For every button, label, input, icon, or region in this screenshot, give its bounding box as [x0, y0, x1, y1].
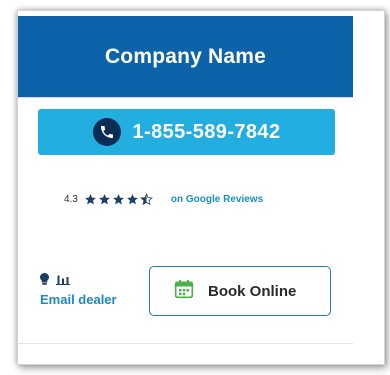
- call-button[interactable]: 1-855-589-7842: [38, 109, 335, 155]
- header-divider: [18, 97, 353, 98]
- star-icon: [98, 193, 111, 206]
- company-name: Company Name: [104, 45, 267, 68]
- rating-stars: [84, 192, 153, 206]
- bar-chart-icon: [56, 272, 70, 290]
- star-icon: [84, 193, 97, 206]
- dealer-icons: [40, 272, 70, 290]
- lightbulb-icon: [40, 272, 49, 290]
- email-dealer-link[interactable]: Email dealer: [40, 292, 117, 307]
- footer-divider: [18, 343, 353, 344]
- book-online-button[interactable]: Book Online: [149, 266, 331, 316]
- phone-number: 1-855-589-7842: [132, 120, 281, 143]
- rating-value: 4.3: [64, 193, 78, 205]
- star-icon: [126, 193, 139, 206]
- google-reviews-link[interactable]: on Google Reviews: [171, 194, 263, 205]
- book-online-label: Book Online: [208, 282, 297, 300]
- star-icon: [112, 193, 125, 206]
- half-star-icon: [139, 192, 153, 206]
- card-header: Company Name: [18, 16, 353, 98]
- phone-icon: [92, 118, 121, 146]
- calendar-icon: [174, 279, 194, 304]
- rating-row: 4.3 on Google Reviews: [64, 190, 334, 208]
